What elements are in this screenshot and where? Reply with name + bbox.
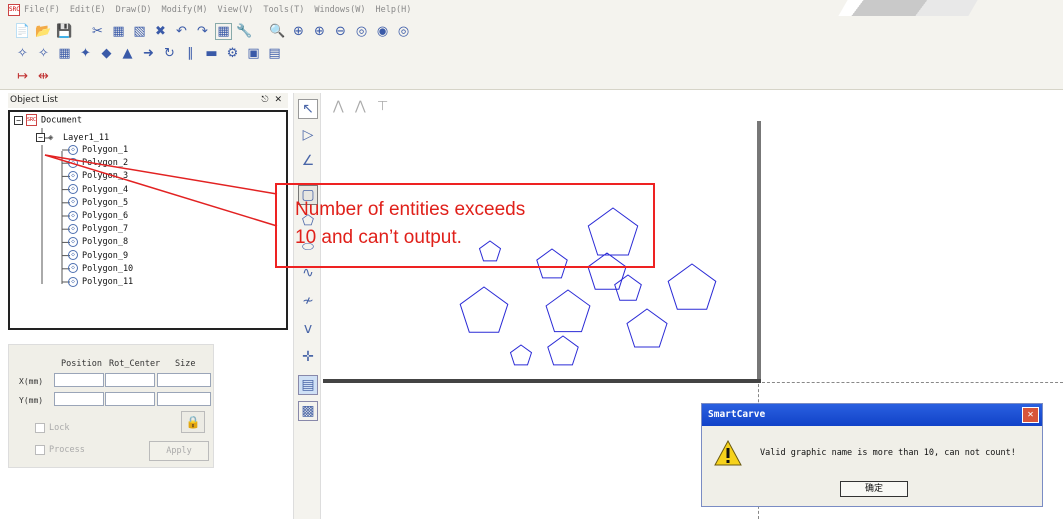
app-window: SRC File(F) Edit(E) Draw(D) Modify(M) Vi… (0, 0, 1063, 519)
dialog-close-button[interactable]: ✕ (1022, 407, 1039, 423)
dialog-title: SmartCarve (708, 409, 766, 420)
annotation-line-1: Number of entities exceeds (295, 199, 526, 220)
warning-icon (714, 440, 742, 466)
annotation-text: Number of entities exceeds 10 and can’t … (295, 196, 655, 252)
dialog-title-bar: SmartCarve ✕ (702, 404, 1042, 426)
dialog-ok-button[interactable]: 确定 (840, 481, 908, 497)
annotation-line-2: 10 and can’t output. (295, 227, 462, 248)
dialog-message: Valid graphic name is more than 10, can … (760, 448, 1016, 458)
warning-dialog: SmartCarve ✕ Valid graphic name is more … (701, 403, 1043, 507)
